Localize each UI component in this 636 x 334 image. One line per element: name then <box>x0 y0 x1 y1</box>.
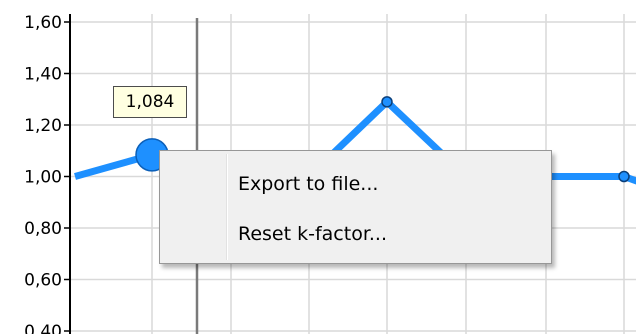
y-tick-label: 1,60 <box>24 13 62 33</box>
menu-item-export-to-file[interactable]: Export to file... <box>163 161 548 207</box>
menu-item-reset-k-factor[interactable]: Reset k-factor... <box>163 211 548 257</box>
y-tick-label: 0,60 <box>24 271 62 291</box>
y-tick-label: 0,40 <box>24 322 62 334</box>
y-tick-label: 1,20 <box>24 116 62 136</box>
value-tooltip: 1,084 <box>113 86 187 118</box>
data-point[interactable] <box>381 96 393 108</box>
y-axis-tick-labels: 1,60 1,40 1,20 1,00 0,80 0,60 0,40 <box>24 13 70 334</box>
y-tick-label: 1,40 <box>24 65 62 85</box>
y-tick-label: 0,80 <box>24 219 62 239</box>
context-menu: Export to file... Reset k-factor... <box>159 150 552 264</box>
y-tick-label: 1,00 <box>24 168 62 188</box>
data-point[interactable] <box>618 170 630 183</box>
